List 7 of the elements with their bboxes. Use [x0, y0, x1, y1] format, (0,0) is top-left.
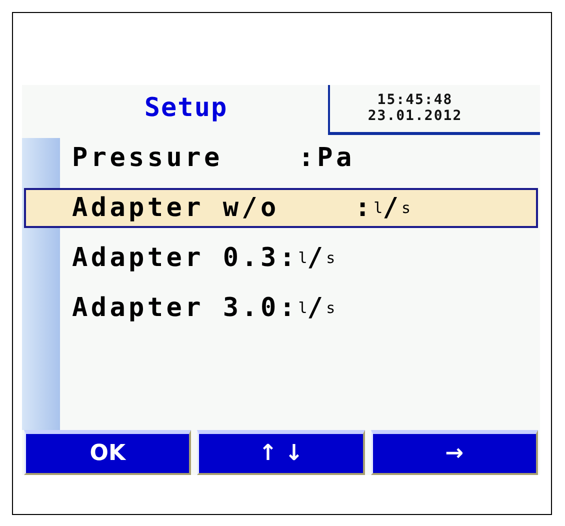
menu-item[interactable]: Pressure :Pa: [24, 138, 538, 178]
softkey-button[interactable]: →: [370, 430, 538, 475]
softkey-button[interactable]: OK: [24, 430, 192, 475]
clock-date: 23.01.2012: [368, 109, 462, 124]
screen-title: Setup: [143, 92, 229, 125]
clock-time: 15:45:48: [377, 93, 453, 108]
softkey-button[interactable]: ↑ ↓: [197, 430, 365, 475]
